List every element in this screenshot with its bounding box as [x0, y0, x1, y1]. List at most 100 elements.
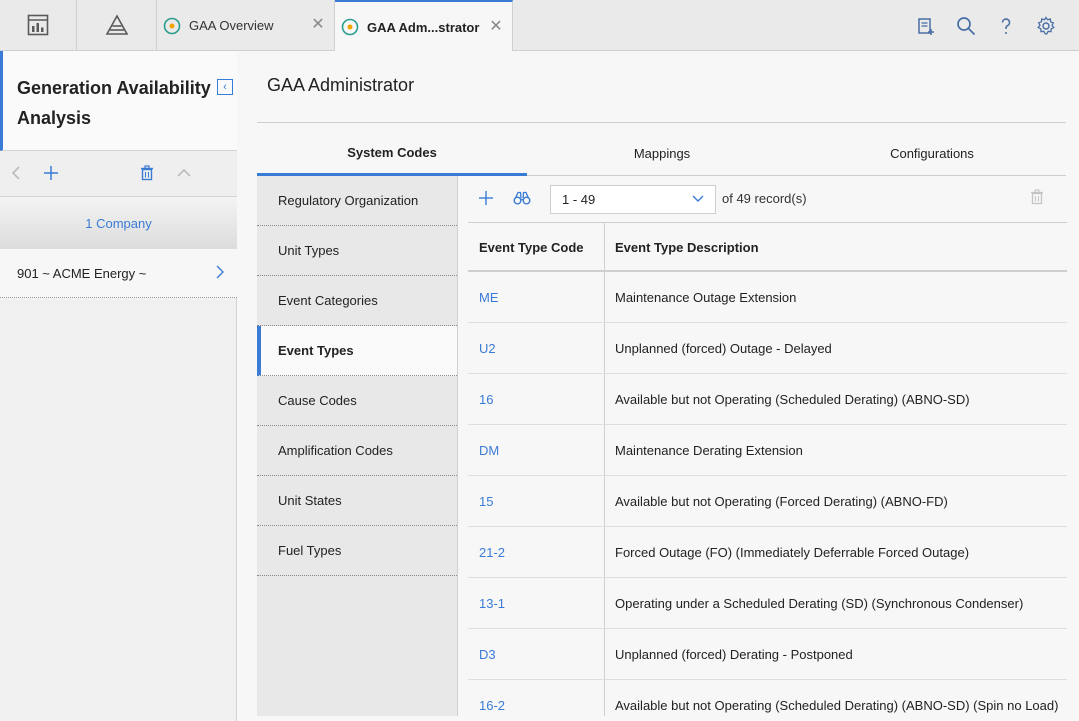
close-icon[interactable]: ✕	[488, 18, 504, 35]
settings-button[interactable]	[1036, 16, 1056, 36]
tab-gaa-overview[interactable]: GAA Overview ✕	[157, 0, 335, 51]
code-item-label: Event Categories	[278, 293, 378, 308]
range-select[interactable]: 1 - 49	[550, 185, 716, 214]
dashboard-icon	[27, 14, 49, 36]
event-code-link[interactable]: D3	[479, 629, 496, 680]
table-row[interactable]: U2 Unplanned (forced) Outage - Delayed	[468, 323, 1067, 374]
company-header-label: 1 Company	[85, 215, 152, 231]
section-tabs: System Codes Mappings Configurations	[257, 131, 1066, 176]
range-select-value: 1 - 49	[562, 192, 596, 207]
list-item-label: 901 ~ ACME Energy ~	[17, 265, 147, 281]
code-item-event-types[interactable]: Event Types	[257, 326, 457, 376]
table-row[interactable]: ME Maintenance Outage Extension	[468, 272, 1067, 323]
clipboard-add-icon	[918, 18, 934, 35]
code-item-unit-types[interactable]: Unit Types	[257, 226, 457, 276]
event-code-link[interactable]: U2	[479, 323, 496, 374]
company-header[interactable]: 1 Company	[0, 197, 237, 249]
list-item[interactable]: 901 ~ ACME Energy ~	[0, 249, 237, 298]
tab-mappings[interactable]: Mappings	[527, 131, 797, 176]
top-bar: GAA Overview ✕ GAA Adm...strator ✕	[0, 0, 1079, 52]
back-button[interactable]	[6, 163, 26, 183]
plus-icon	[479, 191, 493, 205]
table-row[interactable]: D3 Unplanned (forced) Derating - Postpone…	[468, 629, 1067, 680]
record-count: of 49 record(s)	[722, 191, 807, 206]
event-description: Unplanned (forced) Derating - Postponed	[615, 647, 853, 662]
pyramid-button[interactable]	[77, 0, 157, 50]
table-row[interactable]: 16 Available but not Operating (Scheduled…	[468, 374, 1067, 425]
add-button[interactable]	[41, 163, 61, 183]
tab-gaa-administrator[interactable]: GAA Adm...strator ✕	[335, 0, 513, 52]
event-description: Forced Outage (FO) (Immediately Deferrab…	[615, 545, 970, 560]
code-item-cause-codes[interactable]: Cause Codes	[257, 376, 457, 426]
code-item-label: Unit Types	[278, 243, 340, 258]
code-item-unit-states[interactable]: Unit States	[257, 476, 457, 526]
table-row[interactable]: 13-1 Operating under a Scheduled Derating…	[468, 578, 1067, 629]
code-item-fuel-types[interactable]: Fuel Types	[257, 526, 457, 576]
dashboard-button[interactable]	[0, 0, 77, 50]
system-codes-list: Regulatory Organization Unit Types Event…	[257, 176, 457, 716]
search-button[interactable]	[956, 16, 976, 36]
event-description: Operating under a Scheduled Derating (SD…	[615, 596, 1024, 611]
event-description: Available but not Operating (Forced Dera…	[615, 494, 948, 509]
tab-system-codes[interactable]: System Codes	[257, 131, 527, 176]
event-code-link[interactable]: ME	[479, 272, 499, 323]
divider	[257, 122, 1066, 123]
code-item-label: Amplification Codes	[278, 443, 393, 458]
trash-icon	[1031, 189, 1043, 205]
code-item-regulatory-organization[interactable]: Regulatory Organization	[257, 176, 457, 226]
event-code-link[interactable]: 16	[479, 374, 493, 425]
clipboard-add-button[interactable]	[916, 16, 936, 36]
event-code-link[interactable]: 13-1	[479, 578, 505, 629]
chevron-left-icon	[11, 166, 20, 180]
event-code-link[interactable]: 15	[479, 476, 493, 527]
left-panel-toolbar	[0, 151, 237, 197]
main-title: GAA Administrator	[267, 75, 415, 95]
event-code-link[interactable]: DM	[479, 425, 499, 476]
code-item-amplification-codes[interactable]: Amplification Codes	[257, 426, 457, 476]
column-header-event-type-description[interactable]: Event Type Description	[615, 223, 759, 271]
close-icon[interactable]: ✕	[310, 16, 326, 33]
search-icon	[957, 17, 976, 36]
main-content: GAA Administrator System Codes Mappings …	[237, 51, 1079, 721]
tab-label: GAA Adm...strator	[367, 19, 480, 35]
event-description: Available but not Operating (Scheduled D…	[615, 392, 970, 407]
table-row[interactable]: 21-2 Forced Outage (FO) (Immediately Defe…	[468, 527, 1067, 578]
tab-app-icon	[163, 17, 181, 34]
code-item-label: Regulatory Organization	[278, 193, 419, 208]
tab-label: Mappings	[633, 146, 691, 161]
left-panel: Generation Availability Analysis ‹ 1 Com…	[0, 51, 237, 721]
grid-header: Event Type Code Event Type Description	[468, 222, 1067, 272]
pyramid-icon	[105, 14, 128, 35]
up-button[interactable]	[174, 163, 194, 183]
code-item-label: Fuel Types	[278, 543, 342, 558]
event-description: Unplanned (forced) Outage - Delayed	[615, 341, 832, 356]
delete-record-button[interactable]	[1030, 189, 1044, 208]
trash-icon	[141, 165, 153, 181]
code-item-label: Event Types	[278, 343, 354, 358]
gear-icon	[1037, 16, 1055, 35]
grid-pane: 1 - 49 of 49 record(s) Event Type Code E…	[457, 176, 1067, 716]
event-description: Available but not Operating (Scheduled D…	[615, 698, 1059, 713]
column-header-event-type-code[interactable]: Event Type Code	[479, 223, 584, 271]
left-panel-header: Generation Availability Analysis ‹	[0, 51, 237, 151]
event-code-link[interactable]: 21-2	[479, 527, 505, 578]
chevron-right-icon	[216, 265, 224, 279]
tab-configurations[interactable]: Configurations	[797, 131, 1067, 176]
event-code-link[interactable]: 16-2	[479, 680, 505, 716]
binoculars-icon	[513, 191, 531, 205]
add-record-button[interactable]	[476, 188, 496, 208]
find-button[interactable]	[512, 188, 532, 208]
chevron-up-icon	[177, 168, 191, 177]
table-row[interactable]: DM Maintenance Derating Extension	[468, 425, 1067, 476]
code-item-label: Unit States	[278, 493, 342, 508]
event-description: Maintenance Outage Extension	[615, 290, 797, 305]
collapse-panel-button[interactable]: ‹	[217, 79, 233, 95]
code-item-event-categories[interactable]: Event Categories	[257, 276, 457, 326]
table-row[interactable]: 15 Available but not Operating (Forced De…	[468, 476, 1067, 527]
help-button[interactable]	[996, 16, 1016, 36]
table-row[interactable]: 16-2 Available but not Operating (Schedul…	[468, 680, 1067, 716]
chevron-down-icon	[692, 195, 704, 202]
page-title: Generation Availability Analysis	[17, 78, 211, 128]
delete-button[interactable]	[137, 163, 157, 183]
tab-app-icon	[341, 18, 359, 36]
